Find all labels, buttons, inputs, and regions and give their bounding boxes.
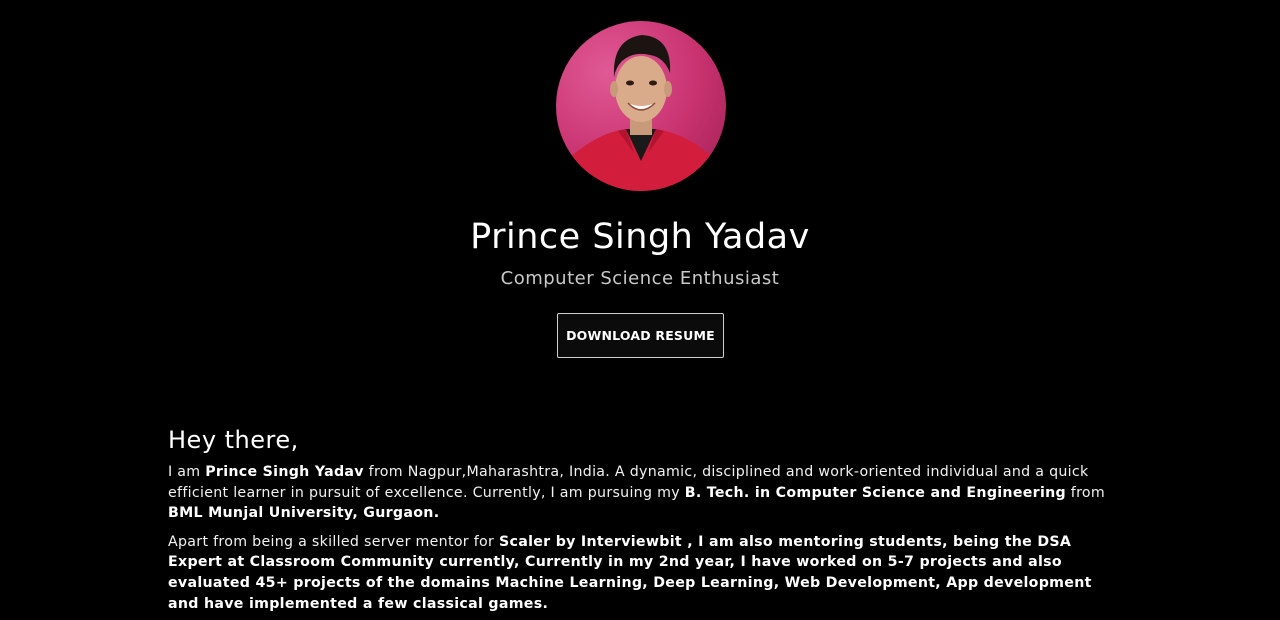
profile-name: Prince Singh Yadav (470, 217, 810, 257)
about-paragraph-intro: I am Prince Singh Yadav from Nagpur,Maha… (168, 462, 1113, 524)
avatar-portrait-icon (556, 35, 726, 191)
experience-text: Apart from being a skilled server mentor… (168, 533, 499, 550)
highlight-degree: B. Tech. in Computer Science and Enginee… (684, 484, 1066, 501)
about-heading: Hey there, (168, 426, 299, 454)
download-resume-button[interactable]: DOWNLOAD RESUME (557, 313, 724, 358)
about-section: Hey there, I am Prince Singh Yadav from … (168, 424, 1113, 620)
highlight-name: Prince Singh Yadav (205, 464, 364, 480)
intro-text: I am (168, 464, 206, 480)
about-paragraph-experience: Apart from being a skilled server mentor… (168, 532, 1113, 614)
intro-text: from (1066, 484, 1106, 501)
profile-tagline: Computer Science Enthusiast (500, 268, 780, 289)
highlight-university: BML Munjal University, Gurgaon. (168, 505, 440, 522)
portfolio-page: Prince Singh Yadav Computer Science Enth… (0, 0, 1280, 620)
avatar (556, 21, 726, 191)
